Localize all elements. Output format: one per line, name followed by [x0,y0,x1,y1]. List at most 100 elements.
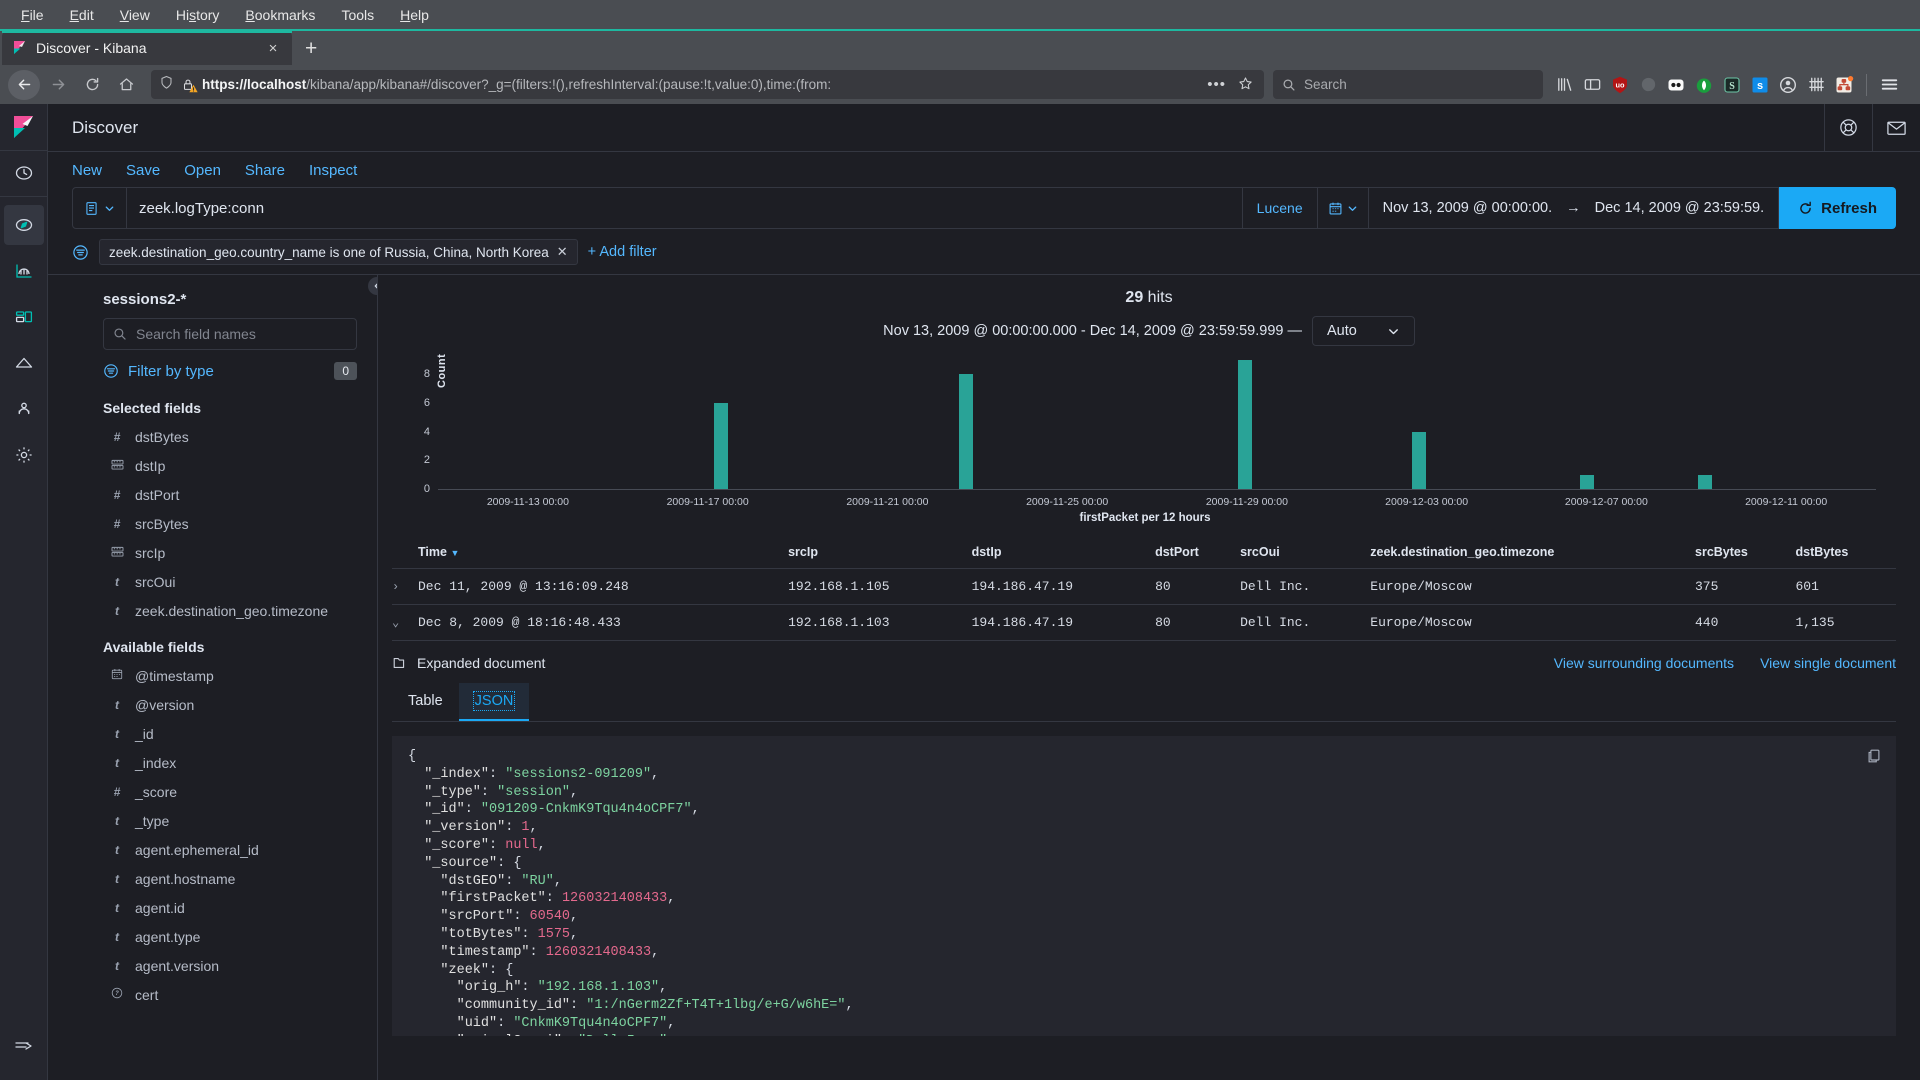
refresh-button[interactable]: Refresh [1779,187,1896,229]
sidebar-item-management[interactable] [4,435,44,475]
field-item--version[interactable]: t@version [48,690,377,719]
sidebar-item-dashboard[interactable] [4,297,44,337]
saved-query-icon[interactable] [73,188,127,228]
time-range-picker[interactable]: Nov 13, 2009 @ 00:00:00. → Dec 14, 2009 … [1318,187,1780,229]
browser-tab[interactable]: Discover - Kibana × [2,31,292,65]
page-actions-icon[interactable]: ••• [1202,76,1231,93]
back-arrow-icon[interactable] [8,70,40,100]
field-item-srcip[interactable]: srcIp [48,538,377,567]
chart-bar[interactable] [1412,432,1426,489]
url-bar[interactable]: https://localhost/kibana/app/kibana#/dis… [151,70,1264,99]
field-item--id[interactable]: t_id [48,719,377,748]
filter-by-type-button[interactable]: Filter by type 0 [103,362,357,380]
time-range-end[interactable]: Dec 14, 2009 @ 23:59:59. [1581,200,1779,216]
interval-select[interactable]: Auto [1312,316,1415,346]
field-item-dstbytes[interactable]: #dstBytes [48,422,377,451]
browser-search-bar[interactable]: Search [1273,70,1543,99]
menu-bookmarks[interactable]: Bookmarks [234,4,326,26]
field-item-agent-version[interactable]: tagent.version [48,951,377,980]
column-header-srcbytes[interactable]: srcBytes [1695,536,1795,569]
copy-to-clipboard-icon[interactable] [1866,748,1882,771]
column-header-dstip[interactable]: dstIp [972,536,1156,569]
kibana-logo-icon[interactable] [0,104,48,151]
nav-new[interactable]: New [72,162,102,179]
field-item-agent-type[interactable]: tagent.type [48,922,377,951]
table-row[interactable]: ›Dec 11, 2009 @ 13:16:09.248192.168.1.10… [392,569,1896,605]
add-filter-button[interactable]: + Add filter [588,244,657,260]
cookie-autodelete-icon[interactable] [1663,72,1689,98]
menu-view[interactable]: View [109,4,161,26]
field-item-zeek-destination-geo-timezone[interactable]: tzeek.destination_geo.timezone [48,596,377,625]
column-header-time[interactable]: Time ▼ [418,536,788,569]
hamburger-menu-icon[interactable] [1876,72,1902,98]
field-item-srcoui[interactable]: tsrcOui [48,567,377,596]
filter-pill[interactable]: zeek.destination_geo.country_name is one… [99,239,578,265]
field-item-agent-ephemeral-id[interactable]: tagent.ephemeral_id [48,835,377,864]
skype-icon[interactable]: s [1747,72,1773,98]
column-header-srcoui[interactable]: srcOui [1240,536,1370,569]
field-item-dstip[interactable]: dstIp [48,451,377,480]
ublock-origin-icon[interactable]: uo [1607,72,1633,98]
help-lifebuoy-icon[interactable] [1824,104,1872,152]
field-item-agent-hostname[interactable]: tagent.hostname [48,864,377,893]
url-text[interactable]: https://localhost/kibana/app/kibana#/dis… [202,77,1195,92]
temporary-containers-icon[interactable] [1803,72,1829,98]
field-item-agent-id[interactable]: tagent.id [48,893,377,922]
column-header-timezone[interactable]: zeek.destination_geo.timezone [1370,536,1695,569]
nav-save[interactable]: Save [126,162,160,179]
query-input-wrapper[interactable]: zeek.logType:conn [72,187,1243,229]
sidebar-item-discover[interactable] [4,205,44,245]
filter-options-icon[interactable] [72,244,89,261]
view-surrounding-documents-link[interactable]: View surrounding documents [1554,655,1734,671]
tab-json[interactable]: JSON [459,683,530,721]
menu-help[interactable]: Help [389,4,440,26]
recently-viewed-clock-icon[interactable] [0,157,48,197]
chart-bar[interactable] [959,374,973,489]
account-avatar-icon[interactable] [1775,72,1801,98]
menu-file[interactable]: File [10,4,55,26]
column-header-dstbytes[interactable]: dstBytes [1795,536,1896,569]
network-graph-extension-icon[interactable] [1831,72,1857,98]
field-item--timestamp[interactable]: @timestamp [48,661,377,690]
sort-descending-icon[interactable]: ▼ [450,548,459,558]
nav-share[interactable]: Share [245,162,285,179]
chart-bar[interactable] [714,403,728,489]
scriptsafe-icon[interactable]: S [1719,72,1745,98]
chart-bar[interactable] [1238,360,1252,489]
search-input[interactable]: zeek.logType:conn [127,200,1242,217]
time-range-start[interactable]: Nov 13, 2009 @ 00:00:00. [1369,200,1567,216]
chart-bar[interactable] [1698,475,1712,489]
sidebar-item-alerts[interactable] [4,343,44,383]
new-tab-button[interactable]: + [292,38,330,59]
field-item--type[interactable]: t_type [48,806,377,835]
field-item-srcbytes[interactable]: #srcBytes [48,509,377,538]
menu-history[interactable]: History [165,4,231,26]
query-language-button[interactable]: Lucene [1243,187,1318,229]
library-icon[interactable] [1551,72,1577,98]
chart-plot-area[interactable]: Count 02468 [438,360,1876,490]
index-pattern-name[interactable]: sessions2-* [48,287,377,318]
nav-inspect[interactable]: Inspect [309,162,357,179]
field-item-cert[interactable]: ?cert [48,980,377,1009]
insecure-lock-icon[interactable] [181,77,195,92]
collapse-nav-arrow-icon[interactable] [4,1026,44,1066]
tab-table[interactable]: Table [392,683,459,721]
view-single-document-link[interactable]: View single document [1760,655,1896,671]
expand-row-icon[interactable]: ⌄ [392,605,418,641]
calendar-icon[interactable] [1318,188,1369,228]
mail-envelope-icon[interactable] [1872,104,1920,152]
column-header-dstport[interactable]: dstPort [1155,536,1240,569]
tracking-shield-icon[interactable] [159,75,174,95]
close-tab-icon[interactable]: × [264,40,282,57]
home-icon[interactable] [110,70,142,100]
field-item--index[interactable]: t_index [48,748,377,777]
search-field-names-input[interactable]: Search field names [103,318,357,350]
field-item--score[interactable]: #_score [48,777,377,806]
expand-row-icon[interactable]: › [392,569,418,605]
column-header-srcip[interactable]: srcIp [788,536,972,569]
nav-open[interactable]: Open [184,162,221,179]
sidebar-item-machine-learning[interactable] [4,389,44,429]
menu-tools[interactable]: Tools [330,4,385,26]
chart-bar[interactable] [1580,475,1594,489]
sidebar-toggle-icon[interactable] [1579,72,1605,98]
